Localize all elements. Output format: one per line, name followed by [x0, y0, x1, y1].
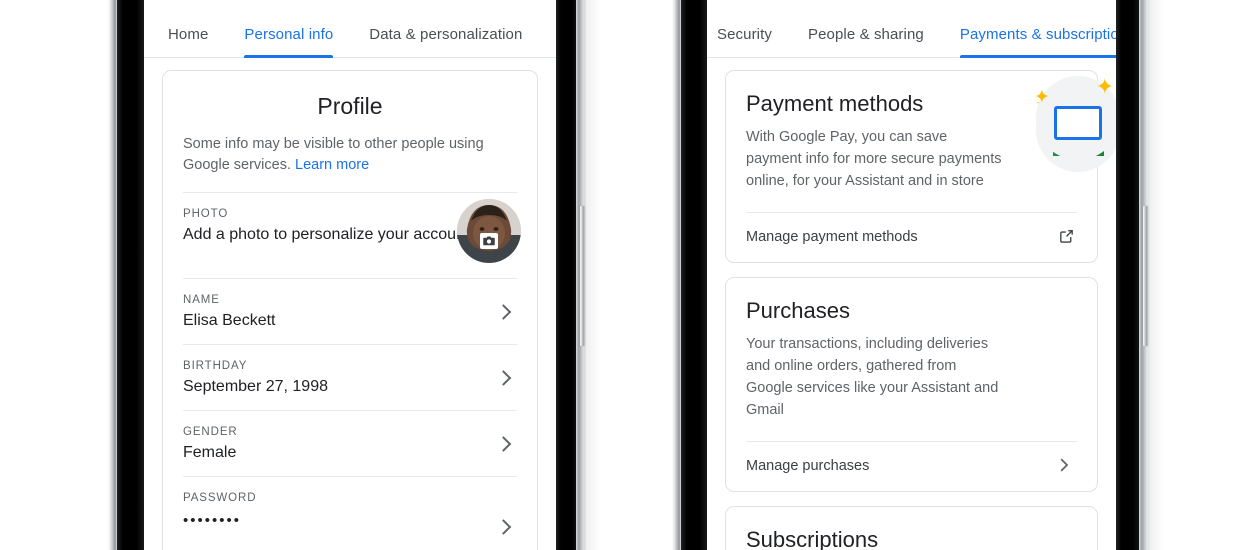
right-phone-left-rail	[672, 0, 681, 550]
purchases-card: Purchases Your transactions, including d…	[725, 88, 1116, 493]
manage-payment-methods-label: Manage payment methods	[746, 229, 918, 246]
right-phone-nav-tabs: Security People & sharing Payments & sub…	[707, 0, 1116, 58]
profile-row-name[interactable]: NAME Elisa Beckett	[183, 278, 517, 344]
manage-payment-methods-action[interactable]: Manage payment methods	[746, 212, 1077, 262]
left-phone-screen: Home Personal info Data & personalizatio…	[144, 0, 556, 550]
tab-home[interactable]: Home	[168, 27, 208, 58]
password-row-value: ••••••••	[183, 512, 242, 530]
subscriptions-card: Subscriptions ✦ ✦	[725, 76, 1116, 550]
profile-card-description: Some info may be visible to other people…	[183, 134, 517, 192]
gender-row-value: Female	[183, 444, 237, 462]
left-phone-volume-up-button[interactable]	[580, 206, 585, 346]
screenshot-stage: Home Personal info Data & personalizatio…	[0, 0, 1250, 550]
chevron-right-icon[interactable]	[493, 345, 513, 410]
gender-row-label: GENDER	[183, 426, 238, 439]
name-row-label: NAME	[183, 294, 220, 307]
subscriptions-illustration: ✦ ✦	[1034, 74, 1116, 160]
left-phone-nav-tabs: Home Personal info Data & personalizatio…	[144, 0, 556, 58]
right-phone-volume-up-button[interactable]	[1143, 206, 1148, 346]
left-phone-right-bezel	[556, 0, 578, 550]
external-link-icon[interactable]	[1058, 227, 1075, 248]
chevron-right-icon[interactable]	[493, 411, 513, 476]
payment-methods-title: Payment methods	[746, 91, 924, 116]
purchases-title: Purchases	[746, 298, 850, 324]
subscription-screen-shape	[1054, 106, 1102, 140]
profile-row-birthday[interactable]: BIRTHDAY September 27, 1998	[183, 344, 517, 410]
left-phone-left-bezel	[117, 0, 144, 550]
left-phone-left-rail	[108, 0, 117, 550]
birthday-row-value: September 27, 1998	[183, 378, 328, 396]
profile-card: Profile Some info may be visible to othe…	[162, 70, 538, 550]
chevron-right-icon[interactable]	[493, 279, 513, 344]
chevron-right-icon[interactable]	[493, 495, 513, 550]
profile-row-password[interactable]: PASSWORD ••••••••	[183, 476, 517, 550]
left-phone-scroll-area[interactable]: Profile Some info may be visible to othe…	[144, 58, 556, 550]
right-phone-left-bezel	[681, 0, 707, 550]
chevron-right-icon[interactable]	[1058, 457, 1071, 476]
tab-security[interactable]: Security	[717, 27, 772, 58]
tab-people-sharing[interactable]: People & sharing	[808, 27, 924, 58]
profile-row-gender[interactable]: GENDER Female	[183, 410, 517, 476]
tab-personal-info[interactable]: Personal info	[244, 27, 333, 58]
payment-methods-body: With Google Pay, you can save payment in…	[746, 129, 1002, 189]
profile-row-photo[interactable]: PHOTO Add a photo to personalize your ac…	[183, 192, 521, 278]
name-row-value: Elisa Beckett	[183, 312, 276, 330]
manage-purchases-label: Manage purchases	[746, 458, 870, 475]
learn-more-link[interactable]: Learn more	[295, 157, 369, 173]
right-phone-scroll-area[interactable]: Payment methods With Google Pay, you can…	[707, 58, 1116, 550]
tab-data-personalization[interactable]: Data & personalization	[369, 27, 522, 58]
avatar-photo	[457, 199, 521, 264]
profile-card-title: Profile	[317, 93, 383, 119]
avatar-camera-badge[interactable]	[480, 233, 498, 250]
purchases-body: Your transactions, including deliveries …	[746, 336, 999, 418]
left-phone-device: Home Personal info Data & personalizatio…	[108, 0, 600, 550]
camera-icon	[483, 236, 495, 246]
right-phone-device: Security People & sharing Payments & sub…	[672, 0, 1164, 550]
sparkle-icon: ✦	[1095, 74, 1114, 99]
manage-purchases-action[interactable]: Manage purchases	[746, 441, 1077, 491]
password-row-label: PASSWORD	[183, 492, 257, 505]
tab-payments-subscriptions[interactable]: Payments & subscriptions	[959, 27, 1116, 58]
birthday-row-label: BIRTHDAY	[183, 360, 248, 373]
avatar[interactable]	[457, 199, 521, 264]
left-phone-drop-shadow	[584, 0, 600, 550]
sparkle-icon: ✦	[1034, 87, 1050, 108]
right-phone-screen: Security People & sharing Payments & sub…	[707, 0, 1116, 550]
right-phone-right-bezel	[1116, 0, 1140, 550]
subscriptions-title: Subscriptions	[746, 527, 879, 550]
right-phone-drop-shadow	[1148, 0, 1164, 550]
